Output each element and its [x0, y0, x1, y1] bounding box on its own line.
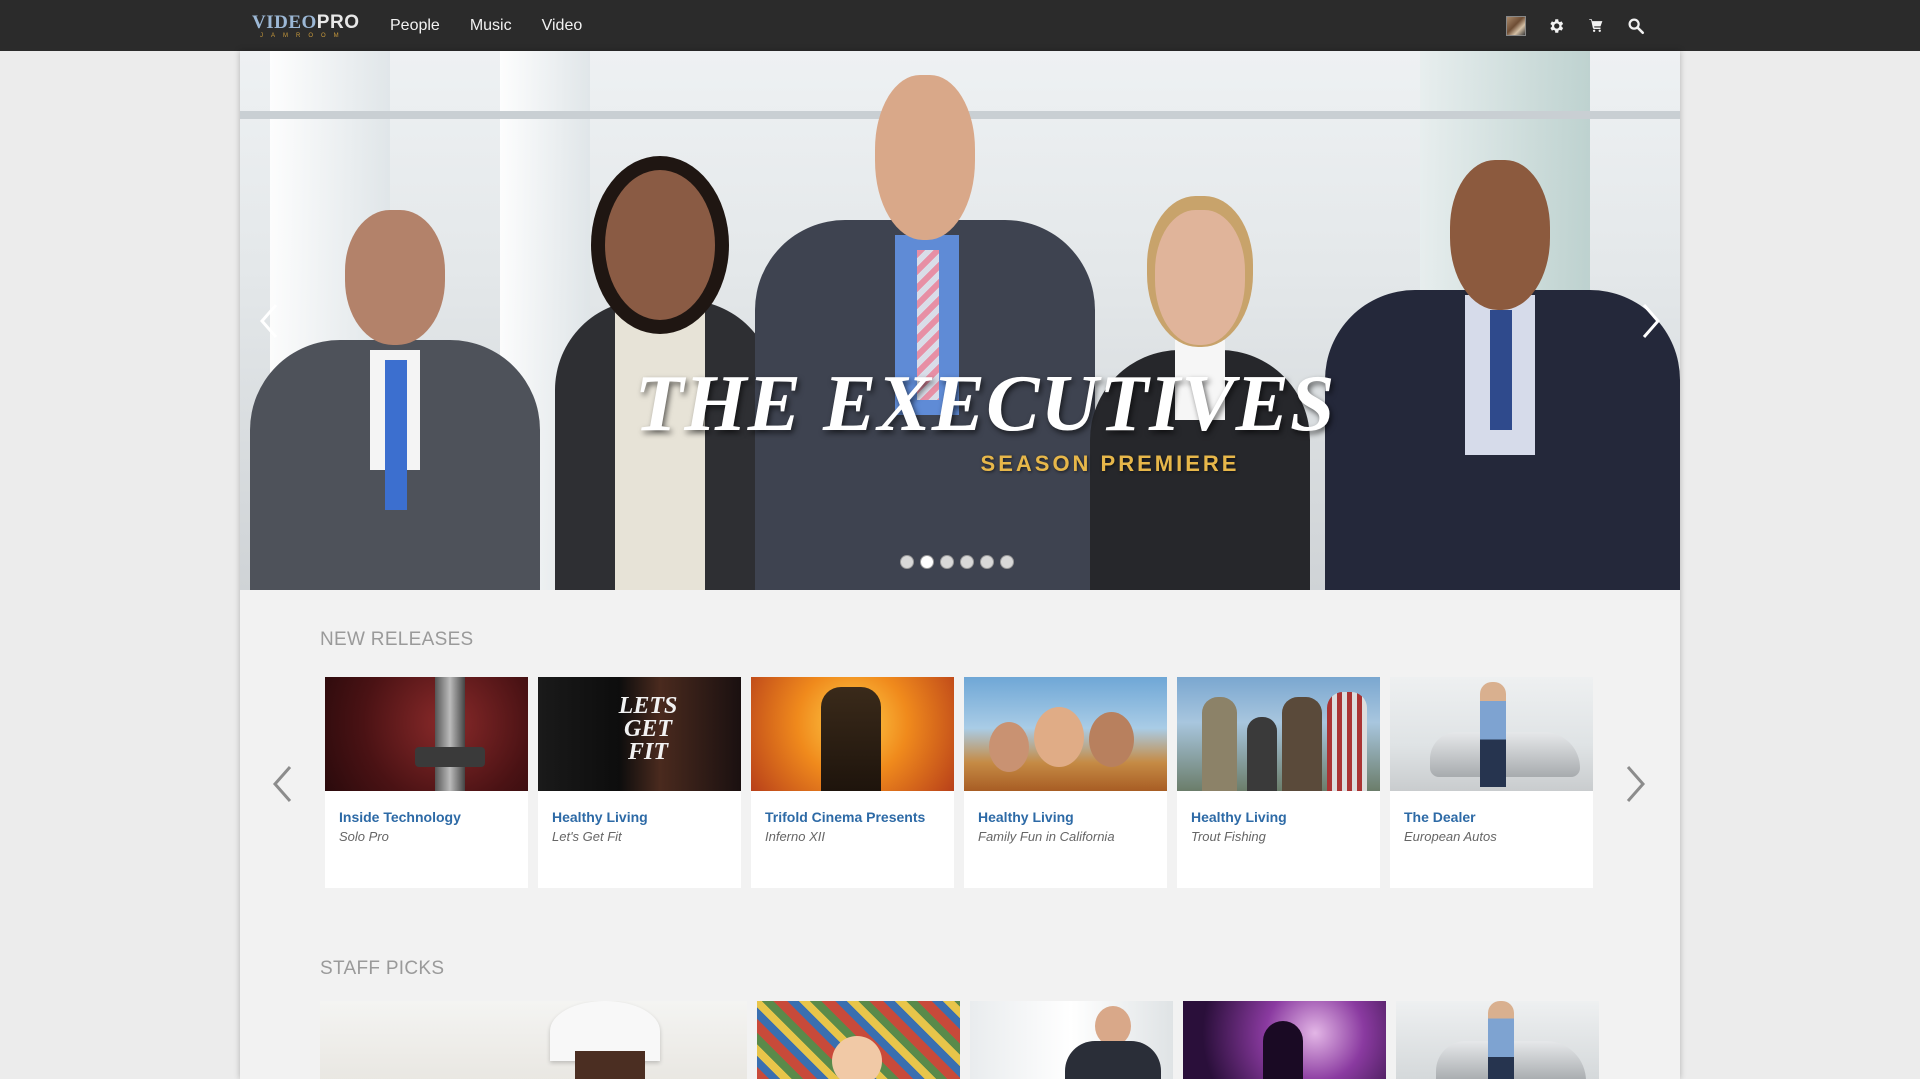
release-card[interactable]: Trifold Cinema Presents Inferno XII — [751, 677, 954, 888]
cart-icon — [1589, 18, 1603, 32]
chevron-left-icon — [272, 766, 292, 802]
hero-prev-button[interactable] — [254, 301, 284, 341]
nav-link-video[interactable]: Video — [542, 17, 583, 35]
slide-dot[interactable] — [1000, 555, 1014, 569]
avatar — [1506, 15, 1526, 36]
staff-pick-thumbnail — [970, 1001, 1173, 1079]
search-button[interactable] — [1616, 0, 1656, 51]
release-card[interactable]: The Dealer European Autos — [1390, 677, 1593, 888]
slide-dot-active[interactable] — [920, 555, 934, 569]
release-card[interactable]: LETS GET FIT Healthy Living Let's Get Fit — [538, 677, 741, 888]
settings-button[interactable] — [1536, 0, 1576, 51]
gear-icon — [1550, 18, 1564, 33]
top-nav-bar: VIDEOPRO JAMROOM People Music Video — [0, 0, 1920, 51]
new-releases-prev-button[interactable] — [270, 764, 294, 804]
staff-pick-card[interactable] — [757, 1001, 960, 1079]
release-subtitle: Let's Get Fit — [552, 829, 622, 844]
release-card[interactable]: Inside Technology Solo Pro — [325, 677, 528, 888]
hero-subtitle: SEASON PREMIERE — [980, 451, 1240, 476]
release-title[interactable]: Inside Technology — [339, 809, 461, 825]
release-thumbnail — [1177, 677, 1380, 791]
hero-pagination — [900, 555, 1020, 569]
hero-slider[interactable]: THE EXECUTIVES SEASON PREMIERE — [240, 51, 1680, 590]
release-subtitle: European Autos — [1404, 829, 1497, 844]
staff-pick-thumbnail — [757, 1001, 960, 1079]
chevron-right-icon — [1642, 304, 1660, 338]
release-thumbnail — [1390, 677, 1593, 791]
staff-pick-card[interactable] — [1183, 1001, 1386, 1079]
slide-dot[interactable] — [900, 555, 914, 569]
release-subtitle: Trout Fishing — [1191, 829, 1266, 844]
user-avatar-button[interactable] — [1496, 0, 1536, 51]
release-thumbnail — [964, 677, 1167, 791]
release-card[interactable]: Healthy Living Family Fun in California — [964, 677, 1167, 888]
search-icon — [1628, 18, 1645, 34]
release-subtitle: Inferno XII — [765, 829, 825, 844]
staff-pick-card[interactable] — [1396, 1001, 1599, 1079]
main-nav: People Music Video — [390, 0, 612, 51]
chevron-right-icon — [1626, 766, 1646, 802]
staff-pick-thumbnail — [1183, 1001, 1386, 1079]
new-releases-next-button[interactable] — [1624, 764, 1648, 804]
staff-picks-heading: STAFF PICKS — [320, 958, 445, 979]
nav-link-music[interactable]: Music — [470, 17, 512, 35]
release-title[interactable]: Trifold Cinema Presents — [765, 809, 925, 825]
nav-icon-group — [1496, 0, 1656, 51]
slide-dot[interactable] — [940, 555, 954, 569]
release-title[interactable]: Healthy Living — [978, 809, 1074, 825]
release-title[interactable]: Healthy Living — [1191, 809, 1287, 825]
release-card[interactable]: Healthy Living Trout Fishing — [1177, 677, 1380, 888]
cart-button[interactable] — [1576, 0, 1616, 51]
hero-person — [755, 70, 1095, 590]
staff-pick-thumbnail — [320, 1001, 747, 1079]
release-title[interactable]: Healthy Living — [552, 809, 648, 825]
release-subtitle: Family Fun in California — [978, 829, 1115, 844]
logo-tagline: JAMROOM — [260, 33, 347, 39]
site-logo[interactable]: VIDEOPRO JAMROOM — [252, 12, 360, 40]
release-thumbnail — [325, 677, 528, 791]
release-thumbnail — [751, 677, 954, 791]
release-title[interactable]: The Dealer — [1404, 809, 1476, 825]
hero-title: THE EXECUTIVES — [634, 360, 1336, 448]
staff-pick-thumbnail — [1396, 1001, 1599, 1079]
hero-person — [250, 210, 540, 590]
chevron-left-icon — [260, 304, 278, 338]
release-thumbnail: LETS GET FIT — [538, 677, 741, 791]
slide-dot[interactable] — [960, 555, 974, 569]
main-panel: THE EXECUTIVES SEASON PREMIERE NEW RELEA… — [240, 51, 1680, 1079]
staff-pick-card[interactable] — [320, 1001, 747, 1079]
release-subtitle: Solo Pro — [339, 829, 389, 844]
logo-wordmark: VIDEOPRO — [252, 12, 360, 33]
nav-link-people[interactable]: People — [390, 17, 440, 35]
new-releases-heading: NEW RELEASES — [320, 629, 474, 650]
hero-next-button[interactable] — [1636, 301, 1666, 341]
staff-pick-card[interactable] — [970, 1001, 1173, 1079]
slide-dot[interactable] — [980, 555, 994, 569]
